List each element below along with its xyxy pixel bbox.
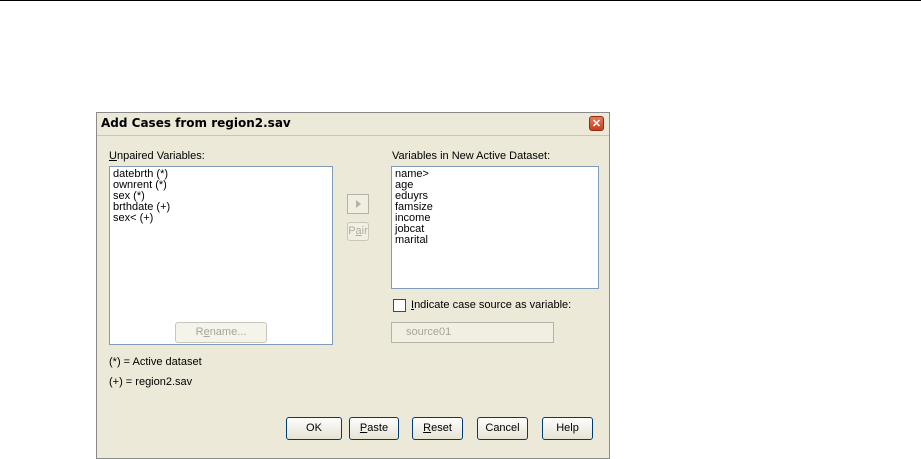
new-dataset-label: Variables in New Active Dataset: [392, 150, 551, 162]
top-rule [0, 0, 921, 1]
indicate-source-label[interactable]: Indicate case source as variable: [411, 299, 571, 311]
paste-button[interactable]: Paste [349, 417, 399, 440]
pair-button[interactable]: Pair [347, 222, 369, 241]
dialog-title: Add Cases from region2.sav [101, 116, 291, 130]
cancel-button[interactable]: Cancel [477, 417, 528, 440]
rename-button[interactable]: Rename... [175, 322, 267, 343]
indicate-rest: ndicate case source as variable: [414, 299, 572, 311]
legend-active-dataset: (*) = Active dataset [109, 356, 202, 368]
unpaired-variables-list[interactable]: datebrth (*) ownrent (*) sex (*) brthdat… [109, 166, 333, 345]
paste-rest: aste [367, 422, 389, 434]
rename-pre: R [195, 326, 204, 338]
reset-rest: eset [431, 422, 452, 434]
reset-accel: R [423, 422, 432, 434]
pair-post: ir [361, 225, 368, 237]
list-item[interactable]: name> [395, 169, 595, 180]
unpaired-label-accel: U [109, 150, 117, 162]
unpaired-variables-label: Unpaired Variables: [109, 150, 205, 162]
legend-region2: (+) = region2.sav [109, 376, 193, 388]
reset-button[interactable]: Reset [412, 417, 463, 440]
ok-button[interactable]: OK [286, 417, 342, 440]
list-item[interactable]: income [395, 213, 595, 224]
list-item[interactable]: sex< (+) [113, 213, 329, 224]
new-dataset-list[interactable]: name> age eduyrs famsize income jobcat m… [391, 166, 599, 289]
arrow-right-icon [356, 200, 361, 208]
title-bar[interactable]: Add Cases from region2.sav ✕ [97, 113, 609, 136]
pair-pre: P [348, 225, 356, 237]
rename-post: name... [209, 326, 247, 338]
add-cases-dialog: Add Cases from region2.sav ✕ Unpaired Va… [96, 112, 610, 459]
list-item[interactable]: ownrent (*) [113, 180, 329, 191]
list-item[interactable]: marital [395, 235, 595, 246]
close-icon[interactable]: ✕ [589, 116, 604, 131]
unpaired-label-rest: npaired Variables: [116, 150, 205, 162]
source-variable-field[interactable]: source01 [391, 322, 554, 343]
move-right-button[interactable] [347, 194, 369, 214]
indicate-source-checkbox[interactable] [393, 299, 406, 312]
help-button[interactable]: Help [542, 417, 593, 440]
